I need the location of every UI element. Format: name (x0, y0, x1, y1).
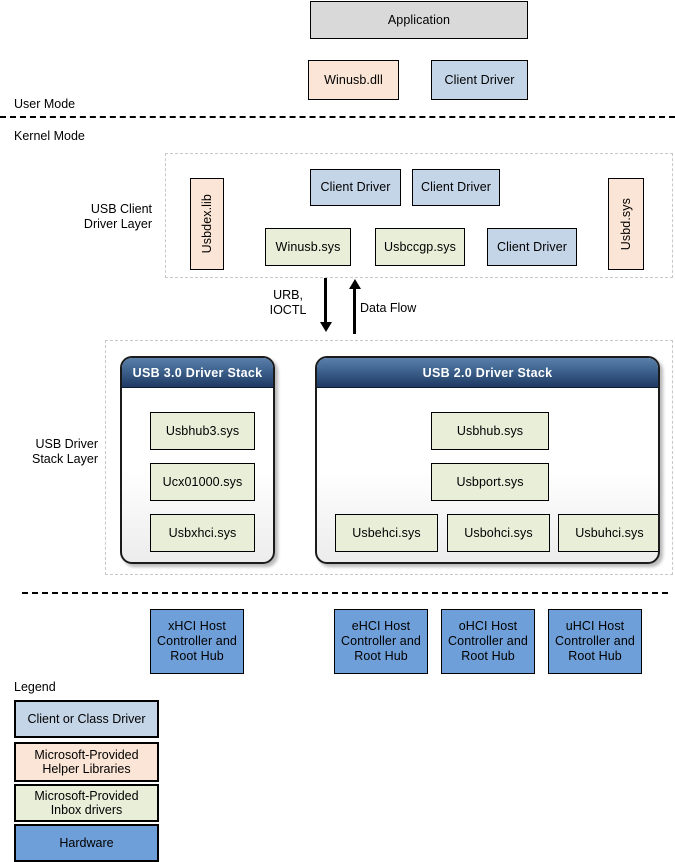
usbccgp-sys-label: Usbccgp.sys (384, 239, 456, 254)
application-label: Application (387, 12, 451, 27)
winusb-dll-label: Winusb.dll (324, 72, 383, 87)
usbhub-sys-label: Usbhub.sys (456, 423, 524, 438)
winusb-sys-label: Winusb.sys (275, 239, 341, 254)
winusb-dll-box: Winusb.dll (308, 60, 399, 100)
usbport-sys-label: Usbport.sys (456, 474, 524, 489)
ucx01000-sys-label: Ucx01000.sys (162, 474, 243, 489)
usbdex-lib-box: Usbdex.lib (190, 178, 224, 270)
usbohci-sys-box: Usbohci.sys (447, 514, 550, 552)
urb-ioctl-label: URB, IOCTL (269, 288, 307, 317)
xhci-host-controller-label: xHCI Host Controller and Root Hub (157, 619, 237, 663)
client-driver-label-3: Client Driver (496, 239, 568, 254)
xhci-host-controller-box: xHCI Host Controller and Root Hub (150, 609, 244, 674)
legend-item-inbox-drivers: Microsoft-Provided Inbox drivers (14, 784, 159, 822)
user-mode-label: User Mode (14, 97, 76, 111)
usbehci-sys-label: Usbehci.sys (352, 525, 421, 540)
usb-client-driver-layer-label: USB Client Driver Layer (83, 202, 152, 231)
urb-ioctl-arrow-head (320, 322, 332, 332)
data-flow-label: Data Flow (360, 301, 417, 315)
usbehci-sys-box: Usbehci.sys (335, 514, 438, 552)
winusb-sys-box: Winusb.sys (265, 228, 351, 266)
legend-label-inbox-drivers: Microsoft-Provided Inbox drivers (34, 788, 139, 817)
usbhub3-sys-label: Usbhub3.sys (165, 423, 240, 438)
legend-item-client-or-class-driver: Client or Class Driver (14, 700, 159, 738)
client-driver-box-3: Client Driver (487, 228, 577, 266)
usbohci-sys-label: Usbohci.sys (464, 525, 533, 540)
usb2-stack-header: USB 2.0 Driver Stack (317, 358, 658, 388)
usb2-stack-body: Usbhub.sys Usbport.sys Usbehci.sys Usboh… (317, 388, 658, 562)
legend-title: Legend (14, 680, 56, 694)
legend-item-helper-libraries: Microsoft-Provided Helper Libraries (14, 742, 159, 782)
ehci-host-controller-box: eHCI Host Controller and Root Hub (334, 609, 428, 674)
uhci-host-controller-box: uHCI Host Controller and Root Hub (548, 609, 642, 674)
usbccgp-sys-box: Usbccgp.sys (375, 228, 465, 266)
usbxhci-sys-box: Usbxhci.sys (150, 514, 255, 552)
application-box: Application (310, 1, 528, 39)
client-driver-label-2: Client Driver (420, 180, 492, 195)
usb-driver-stack-layer-label: USB Driver Stack Layer (31, 437, 98, 466)
usb3-driver-stack-panel: USB 3.0 Driver Stack Usbhub3.sys Ucx0100… (120, 356, 275, 564)
client-driver-box-1: Client Driver (310, 169, 401, 206)
ohci-host-controller-box: oHCI Host Controller and Root Hub (441, 609, 535, 674)
legend-label-hardware: Hardware (59, 835, 114, 850)
usbhub3-sys-box: Usbhub3.sys (150, 412, 255, 450)
client-driver-label-1: Client Driver (320, 180, 391, 195)
software-hardware-divider (22, 592, 668, 594)
data-flow-arrow-line (353, 288, 356, 334)
kernel-mode-label: Kernel Mode (14, 129, 85, 143)
usb-driver-stack-diagram: Application Winusb.dll Client Driver Use… (0, 0, 675, 862)
usbdex-lib-label: Usbdex.lib (199, 194, 214, 254)
usbport-sys-box: Usbport.sys (431, 463, 549, 501)
usbd-sys-label: Usbd.sys (618, 197, 633, 251)
legend-label-client-or-class-driver: Client or Class Driver (27, 711, 146, 726)
usb3-stack-header: USB 3.0 Driver Stack (122, 358, 273, 388)
usbhub-sys-box: Usbhub.sys (431, 412, 549, 450)
ucx01000-sys-box: Ucx01000.sys (150, 463, 255, 501)
usbd-sys-box: Usbd.sys (608, 178, 644, 270)
data-flow-arrow-head (349, 279, 361, 289)
legend-label-helper-libraries: Microsoft-Provided Helper Libraries (34, 747, 139, 776)
usermode-client-driver-box: Client Driver (431, 60, 528, 100)
usermode-client-driver-label: Client Driver (444, 72, 515, 87)
urb-ioctl-arrow-line (324, 278, 327, 324)
usb3-stack-body: Usbhub3.sys Ucx01000.sys Usbxhci.sys (122, 388, 273, 562)
usbuhci-sys-label: Usbuhci.sys (575, 525, 644, 540)
client-driver-box-2: Client Driver (412, 169, 500, 206)
usbuhci-sys-box: Usbuhci.sys (558, 514, 658, 552)
ohci-host-controller-label: oHCI Host Controller and Root Hub (448, 619, 528, 663)
ehci-host-controller-label: eHCI Host Controller and Root Hub (341, 619, 421, 663)
user-kernel-divider (0, 116, 675, 118)
usbxhci-sys-label: Usbxhci.sys (168, 525, 237, 540)
usb2-driver-stack-panel: USB 2.0 Driver Stack Usbhub.sys Usbport.… (315, 356, 660, 564)
legend-item-hardware: Hardware (14, 824, 159, 862)
uhci-host-controller-label: uHCI Host Controller and Root Hub (555, 619, 635, 663)
